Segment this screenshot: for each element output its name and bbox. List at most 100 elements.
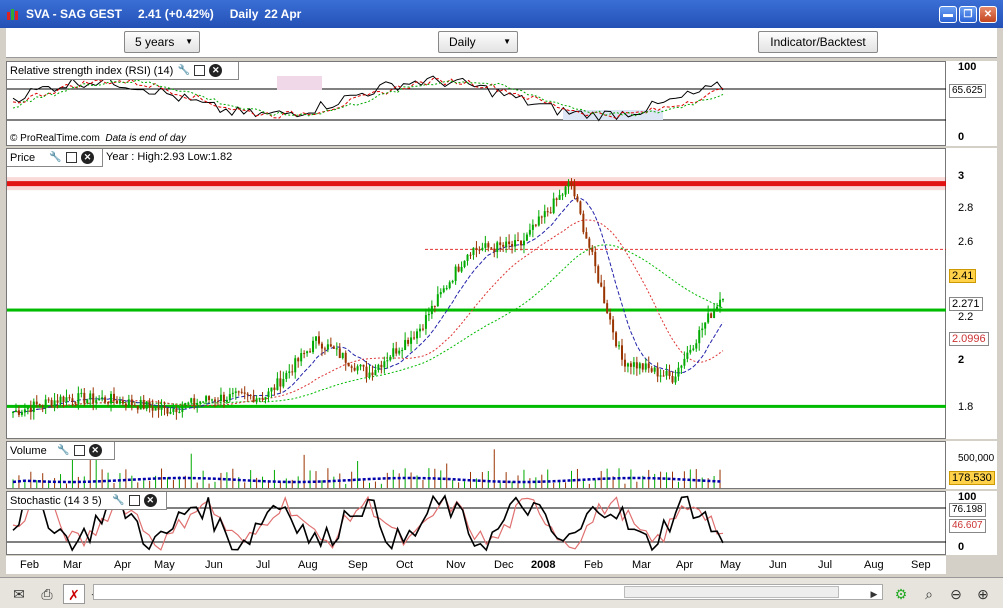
candle-body [436,294,439,307]
candle-body [113,393,116,401]
candle-body [216,400,219,402]
candle-body [626,363,629,367]
candle-body [719,299,722,307]
candle-body [371,372,374,376]
ma-long-line [12,244,724,413]
stochastic-panel[interactable]: Stochastic (14 3 5) 🔧 ✕ [6,491,947,555]
maximize-button[interactable]: ❐ [959,6,977,23]
candle-body [416,331,419,339]
candle-body [421,328,424,330]
price-title: Price [10,151,36,164]
candle-body [451,280,454,283]
candle-body [252,395,255,403]
close-icon[interactable]: ✕ [143,494,157,507]
candle-body [261,397,264,400]
candle-body [606,303,609,314]
candle-body [142,399,145,409]
candle-body [680,365,683,368]
candle-body [300,353,303,362]
candle-body [92,393,95,403]
candle-body [350,366,353,368]
year-high-glow [7,177,947,191]
window-icon[interactable] [73,445,85,456]
close-window-button[interactable]: ✕ [979,6,997,23]
mail-icon[interactable]: ✉ [8,584,30,604]
rsi-title: Relative strength index (RSI) (14) [10,64,174,77]
year-label: 2008 [531,559,556,571]
candle-body [439,292,442,295]
candle-body [487,243,490,248]
volume-scale: 500,000 178,530 [946,441,997,489]
candle-body [320,343,323,349]
wrench-icon[interactable]: 🔧 [57,444,70,457]
candle-body [448,282,451,289]
support-line [7,308,947,312]
price-panel[interactable]: Price 🔧 ✕ Year : High:2.93 Low:1.82 [6,148,947,439]
close-icon[interactable]: ✕ [209,64,223,77]
candle-body [430,305,433,315]
candle-body [401,350,404,352]
candle-body [573,185,576,197]
scroll-right-icon[interactable]: ▶ [868,584,880,604]
volume-panel[interactable]: Volume 🔧 ✕ [6,441,946,489]
wrench-icon[interactable]: 🔧 [177,64,190,77]
candle-body [68,397,71,399]
candle-body [47,399,50,401]
zoom-in-icon[interactable]: ⊕ [972,584,994,604]
candle-body [74,402,77,404]
window-icon[interactable] [128,495,140,506]
candle-body [650,368,653,372]
interval-dropdown[interactable]: Daily ▼ [438,31,518,53]
indicator-backtest-button[interactable]: Indicator/Backtest [758,31,878,53]
candle-body [410,337,413,344]
candle-body [222,394,225,402]
candle-body [472,247,475,255]
candle-body [160,406,163,410]
month-label: Feb [584,559,603,571]
time-scrollbar[interactable] [93,584,883,600]
chart-app-icon [7,9,18,20]
rsi-panel[interactable]: Relative strength index (RSI) (14) 🔧 ✕ ©… [6,61,947,146]
zoom-out-icon[interactable]: ⊖ [945,584,967,604]
disconnect-icon[interactable]: ✗ [63,584,85,604]
candle-body [662,375,665,377]
print-icon[interactable]: ⎙ [36,584,58,604]
candle-body [555,198,558,200]
candle-body [567,182,570,187]
candle-body [665,370,668,376]
window-icon[interactable] [66,152,78,163]
close-icon[interactable]: ✕ [81,151,95,164]
candle-body [163,406,166,408]
candle-body [332,346,335,349]
scroll-thumb[interactable] [624,586,839,598]
wrench-icon[interactable]: 🔧 [49,151,62,164]
month-label: Aug [864,559,884,571]
candle-body [463,260,466,267]
candle-body [341,352,344,359]
candle-body [190,398,193,403]
month-label: May [154,559,175,571]
candle-body [517,240,520,242]
ma-short-line [12,197,724,413]
zoom-select-icon[interactable]: ⌕ [918,584,940,604]
minimize-button[interactable]: ▬ [939,6,957,23]
candle-body [647,363,650,369]
candle-body [659,375,662,377]
candle-body [347,362,350,367]
chart-tools-icon[interactable]: ⚙ [890,584,912,604]
candle-body [618,345,621,347]
candle-body [635,362,638,369]
candle-body [674,376,677,383]
window-icon[interactable] [194,65,206,76]
price-tick-3: 3 [958,170,965,182]
close-icon[interactable]: ✕ [88,444,102,457]
candle-body [383,361,386,368]
candle-body [246,393,249,395]
price-tick-2-6: 2.6 [958,236,974,248]
candle-body [276,378,279,390]
candle-body [594,251,597,267]
wrench-icon[interactable]: 🔧 [112,494,125,507]
candle-body [549,212,552,214]
range-dropdown[interactable]: 5 years ▼ [124,31,200,53]
candle-body [228,394,231,401]
